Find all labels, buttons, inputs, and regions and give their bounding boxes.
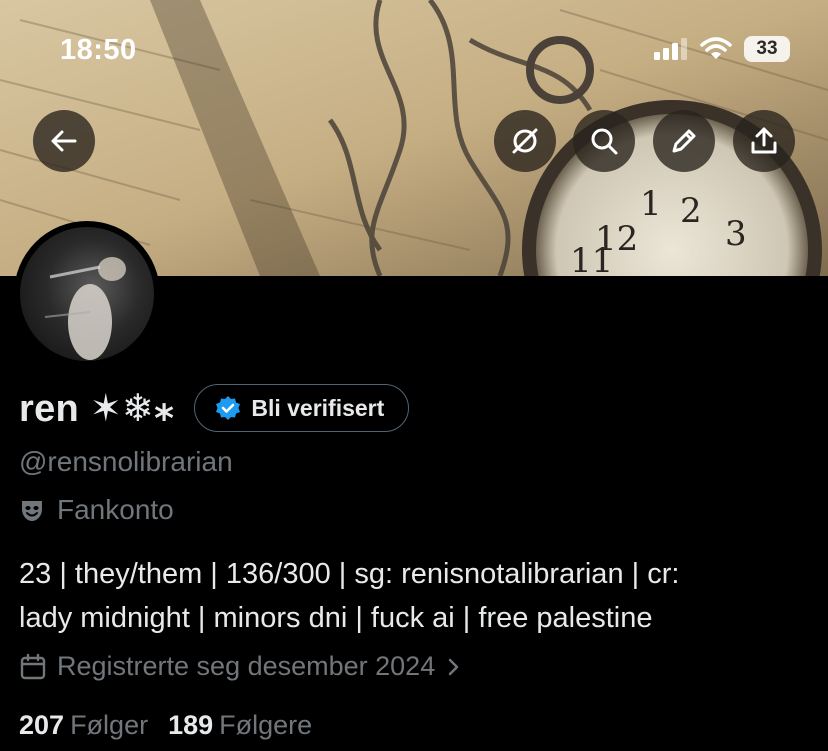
- display-name: ren ✶❄︎⁎: [19, 387, 175, 430]
- following-link[interactable]: 207 Følger: [19, 710, 148, 741]
- edit-button[interactable]: [653, 110, 715, 172]
- share-upload-icon: [751, 127, 777, 154]
- followers-link[interactable]: 189 Følgere: [168, 710, 312, 741]
- share-button[interactable]: [733, 110, 795, 172]
- profile-category: Fankonto: [19, 494, 174, 526]
- profile-bio: 23 | they/them | 136/300 | sg: renisnota…: [19, 552, 809, 640]
- avatar-image: [20, 227, 154, 361]
- following-label: Følger: [70, 710, 149, 740]
- battery-icon: 33: [744, 36, 790, 62]
- back-arrow-icon: [51, 130, 77, 152]
- chevron-right-icon[interactable]: [445, 656, 463, 678]
- theater-mask-icon: [22, 501, 42, 521]
- search-button[interactable]: [573, 110, 635, 172]
- avatar[interactable]: [14, 221, 160, 367]
- signal-icon: [654, 38, 687, 60]
- calendar-icon: [20, 653, 46, 679]
- get-verified-button[interactable]: Bli verifisert: [194, 384, 410, 432]
- svg-text:1: 1: [640, 184, 662, 224]
- following-count: 207: [19, 710, 65, 740]
- name-row: ren ✶❄︎⁎ Bli verifisert: [19, 384, 410, 432]
- back-button[interactable]: [33, 110, 95, 172]
- battery-level: 33: [756, 38, 778, 59]
- status-indicators: 33: [654, 36, 790, 62]
- search-icon: [591, 128, 618, 155]
- get-verified-label: Bli verifisert: [251, 394, 385, 421]
- verified-badge-icon: [216, 396, 241, 420]
- follow-stats: 207 Følger 189 Følgere: [19, 710, 312, 741]
- svg-text:11: 11: [570, 241, 613, 276]
- user-handle: @rensnolibrarian: [19, 446, 233, 477]
- mute-filter-button[interactable]: [494, 110, 556, 172]
- followers-label: Følgere: [219, 710, 313, 740]
- bio-line: lady midnight | minors dni | fuck ai | f…: [19, 602, 653, 634]
- edit-pencil-icon: [672, 129, 696, 153]
- joined-date: Registrerte seg desember 2024: [19, 651, 463, 682]
- status-time: 18:50: [60, 34, 137, 66]
- joined-label: Registrerte seg desember 2024: [57, 651, 436, 681]
- category-label: Fankonto: [57, 494, 174, 525]
- svg-text:2: 2: [680, 191, 702, 231]
- bio-line: 23 | they/them | 136/300 | sg: renisnota…: [19, 558, 680, 590]
- disabled-circle-icon: [512, 128, 538, 154]
- followers-count: 189: [168, 710, 214, 740]
- svg-text:3: 3: [725, 214, 747, 254]
- wifi-icon: [700, 37, 732, 59]
